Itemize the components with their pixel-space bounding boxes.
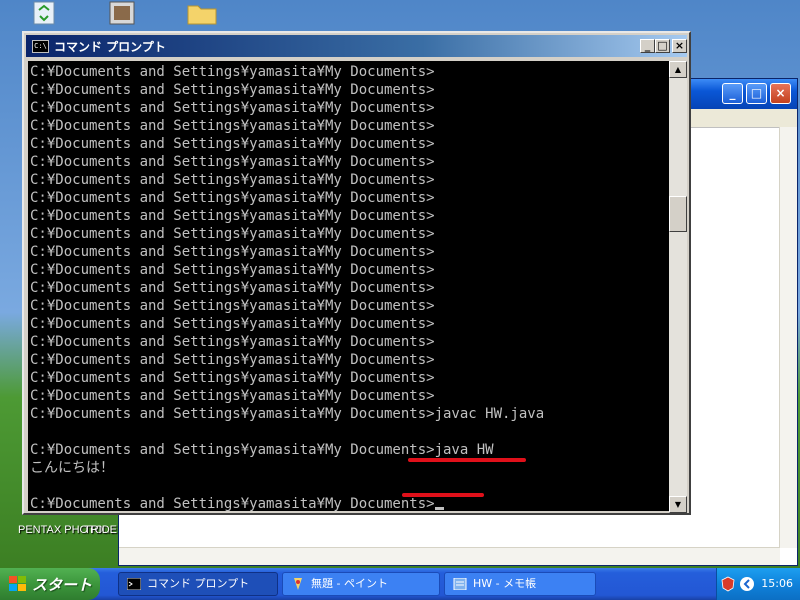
console-line: C:¥Documents and Settings¥yamasita¥My Do… [30,370,435,386]
cmd-icon [127,578,141,590]
recycle-bin-icon[interactable] [26,0,62,26]
paint-icon [294,578,302,590]
taskbar-button-notepad[interactable]: HW - メモ帳 [444,572,596,596]
maximize-button[interactable]: □ [655,39,670,53]
program-icon[interactable] [104,0,140,26]
minimize-button[interactable]: _ [640,39,655,53]
scroll-up-arrow[interactable]: ▲ [669,61,687,78]
console-line: C:¥Documents and Settings¥yamasita¥My Do… [30,190,435,206]
console-line: C:¥Documents and Settings¥yamasita¥My Do… [30,334,435,350]
taskbar-button-label: 無題 - ペイント [311,577,388,590]
command-prompt-titlebar[interactable]: C:\ コマンド プロンプト _ □ × [26,35,687,57]
console-line: C:¥Documents and Settings¥yamasita¥My Do… [30,64,435,80]
console-line: C:¥Documents and Settings¥yamasita¥My Do… [30,82,435,98]
window-title: コマンド プロンプト [54,40,166,54]
notepad-vertical-scrollbar[interactable] [779,127,797,548]
scroll-thumb[interactable] [669,196,687,232]
javac-command-underline [408,458,526,462]
notepad-minimize-button[interactable]: _ [722,83,743,104]
console-line: C:¥Documents and Settings¥yamasita¥My Do… [30,388,435,404]
windows-flag-icon [9,576,26,591]
scroll-down-arrow[interactable]: ▼ [669,496,687,513]
console-line: C:¥Documents and Settings¥yamasita¥My Do… [30,352,435,368]
console-line-current-prompt: C:¥Documents and Settings¥yamasita¥My Do… [30,495,544,511]
start-label: スタート [32,576,93,594]
taskbar: スタート コマンド プロンプト 無題 - ペイント HW - メモ帳 15:06 [0,568,800,600]
console-line-java-run: C:¥Documents and Settings¥yamasita¥My Do… [30,442,494,458]
security-icon[interactable] [721,576,735,592]
taskbar-button-label: コマンド プロンプト [147,577,250,590]
console-line: C:¥Documents and Settings¥yamasita¥My Do… [30,244,435,260]
notepad-icon [453,578,467,590]
folder-icon[interactable] [184,0,220,26]
start-button[interactable]: スタート [0,568,100,600]
console-line: C:¥Documents and Settings¥yamasita¥My Do… [30,280,435,296]
console-line: C:¥Documents and Settings¥yamasita¥My Do… [30,262,435,278]
console-line: C:¥Documents and Settings¥yamasita¥My Do… [30,118,435,134]
taskbar-button-command-prompt[interactable]: コマンド プロンプト [118,572,278,596]
console-line: C:¥Documents and Settings¥yamasita¥My Do… [30,208,435,224]
taskbar-button-label: HW - メモ帳 [473,577,537,590]
desktop-icon-label-tride[interactable]: TRIDE [84,524,117,536]
text-cursor [434,507,444,510]
console-line: C:¥Documents and Settings¥yamasita¥My Do… [30,136,435,152]
notepad-maximize-button[interactable]: □ [746,83,767,104]
notepad-close-button[interactable]: × [770,83,791,104]
console-line: C:¥Documents and Settings¥yamasita¥My Do… [30,226,435,242]
current-prompt-text: C:¥Documents and Settings¥yamasita¥My Do… [30,496,435,511]
console-line: C:¥Documents and Settings¥yamasita¥My Do… [30,100,435,116]
notepad-horizontal-scrollbar[interactable] [119,547,780,565]
console-lines: C:¥Documents and Settings¥yamasita¥My Do… [30,63,544,511]
console-output[interactable]: C:¥Documents and Settings¥yamasita¥My Do… [28,61,669,511]
close-button[interactable]: × [672,39,687,53]
chevron-left-icon[interactable] [739,576,755,592]
console-line: C:¥Documents and Settings¥yamasita¥My Do… [30,154,435,170]
command-prompt-window[interactable]: C:\ コマンド プロンプト _ □ × C:¥Documents and Se… [22,31,691,515]
console-line: C:¥Documents and Settings¥yamasita¥My Do… [30,316,435,332]
system-tray: 15:06 [716,568,800,600]
cmd-icon[interactable]: C:\ [32,40,49,53]
java-command-underline [402,493,484,497]
console-vertical-scrollbar[interactable]: ▲ ▼ [669,61,687,513]
taskbar-button-paint[interactable]: 無題 - ペイント [282,572,440,596]
console-line-javac: C:¥Documents and Settings¥yamasita¥My Do… [30,406,545,422]
clock[interactable]: 15:06 [761,577,793,590]
console-line: C:¥Documents and Settings¥yamasita¥My Do… [30,172,435,188]
console-line: C:¥Documents and Settings¥yamasita¥My Do… [30,298,435,314]
